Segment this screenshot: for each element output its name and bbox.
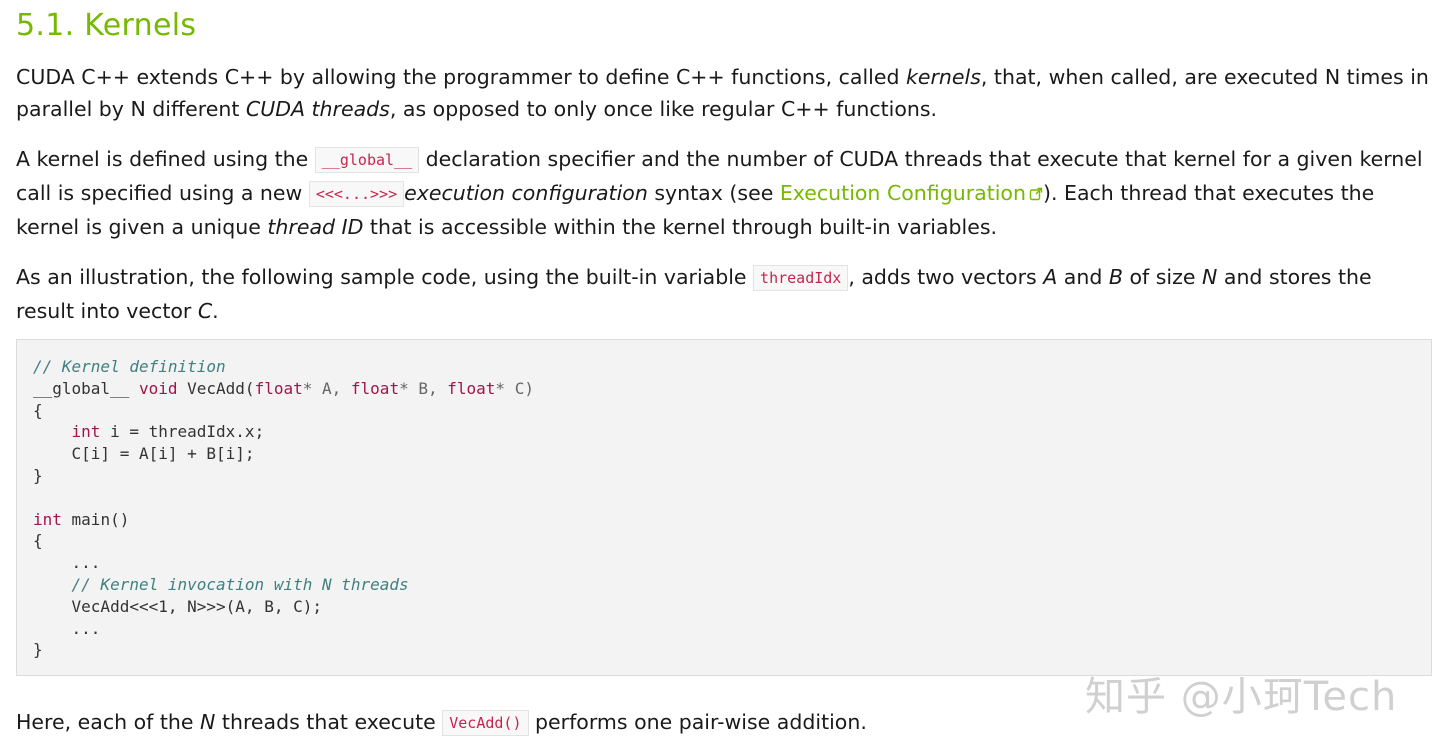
code-line: ... — [33, 553, 101, 573]
text: . — [212, 299, 219, 323]
text: A kernel is defined using the — [16, 147, 315, 171]
code-comment: // Kernel definition — [33, 357, 226, 376]
term-cuda-threads: CUDA threads — [245, 97, 390, 121]
code-line: } — [33, 640, 43, 660]
code-keyword: void — [138, 378, 178, 398]
link-label: Execution Configuration — [779, 181, 1026, 205]
inline-code-vecadd: VecAdd() — [442, 710, 529, 736]
code-line: ... — [33, 618, 101, 638]
text: , adds two vectors — [848, 265, 1044, 289]
inline-code-global: __global__ — [314, 147, 420, 173]
paragraph-illustration: As an illustration, the following sample… — [16, 261, 1434, 327]
code-token: VecAdd( — [177, 378, 255, 398]
paragraph-kernel-definition: A kernel is defined using the __global__… — [16, 143, 1434, 243]
code-keyword: float — [350, 378, 400, 398]
var-a: A — [1043, 265, 1058, 289]
text: syntax (see — [647, 181, 780, 205]
code-token: i = threadIdx.x; — [100, 422, 265, 442]
execution-configuration-link[interactable]: Execution Configuration — [780, 181, 1043, 205]
section-title: 5.1. Kernels — [16, 8, 197, 43]
var-c: C — [197, 299, 213, 323]
var-n: N — [200, 710, 216, 734]
code-block[interactable]: // Kernel definition __global__ void Vec… — [16, 339, 1432, 676]
code-line: { — [33, 400, 43, 420]
document-content: 5.1. Kernels CUDA C++ extends C++ by all… — [16, 0, 1434, 736]
inline-code-threadidx: threadIdx — [753, 265, 849, 291]
code-keyword: int — [71, 422, 101, 442]
external-link-icon — [1029, 187, 1043, 201]
text: of size — [1122, 265, 1203, 289]
code-token: * C) — [495, 378, 534, 398]
code-keyword: float — [447, 378, 496, 398]
text: and — [1057, 265, 1109, 289]
text: that is accessible within the kernel thr… — [363, 215, 998, 239]
code-keyword: int — [33, 509, 62, 529]
code-token: * A, — [302, 378, 351, 398]
term-execution-configuration: execution configuration — [404, 181, 648, 205]
code-line: { — [33, 531, 43, 551]
code-token: * B, — [399, 378, 448, 398]
paragraph-kernels-intro: CUDA C++ extends C++ by allowing the pro… — [16, 61, 1434, 125]
code-keyword: float — [254, 378, 303, 398]
inline-code-launch-syntax: <<<...>>> — [308, 181, 405, 207]
var-b: B — [1108, 265, 1123, 289]
code-line: } — [33, 465, 43, 485]
code-listing: // Kernel definition __global__ void Vec… — [17, 340, 1431, 661]
text: CUDA C++ extends C++ by allowing the pro… — [16, 65, 906, 89]
paragraph-pairwise: Here, each of the N threads that execute… — [16, 706, 867, 740]
text: , as opposed to only once like regular C… — [389, 97, 938, 121]
watermark: 知乎 @小珂Tech — [1085, 674, 1398, 720]
text: As an illustration, the following sample… — [16, 265, 754, 289]
text: threads that execute — [215, 710, 443, 734]
code-comment: // Kernel invocation with N threads — [71, 574, 409, 594]
code-line: C[i] = A[i] + B[i]; — [33, 444, 255, 464]
term-kernels: kernels — [905, 65, 981, 89]
var-n: N — [1202, 265, 1218, 289]
code-token: __global__ — [33, 378, 139, 398]
code-line: VecAdd<<<1, N>>>(A, B, C); — [33, 596, 322, 616]
code-token: main() — [61, 509, 130, 529]
text: Here, each of the — [16, 710, 201, 734]
term-thread-id: thread ID — [267, 215, 364, 239]
text: performs one pair-wise addition. — [528, 710, 867, 734]
